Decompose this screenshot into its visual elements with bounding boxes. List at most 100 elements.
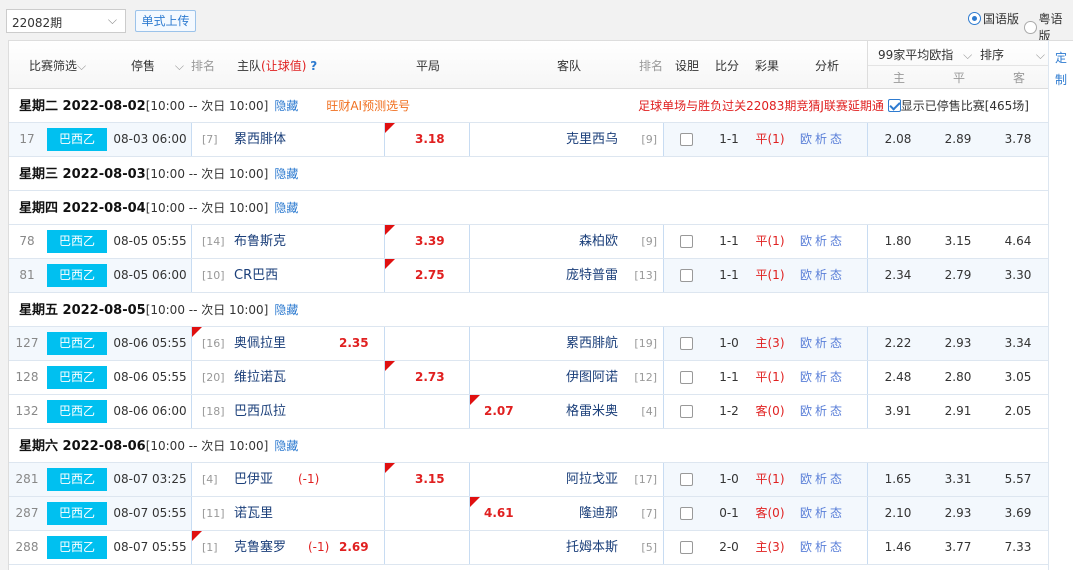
- home-cell[interactable]: [11] 诺瓦里: [191, 497, 384, 530]
- analysis-links[interactable]: 欧析态: [800, 497, 845, 530]
- away-cell[interactable]: 克里西乌 [9]: [469, 123, 663, 156]
- stop-sale-filter[interactable]: 停售 ⌵: [131, 57, 184, 74]
- home-team[interactable]: 巴伊亚: [234, 463, 273, 496]
- analysis-links[interactable]: 欧析态: [800, 531, 845, 564]
- away-team[interactable]: 阿拉戈亚: [566, 463, 618, 496]
- banker-checkbox[interactable]: [680, 133, 693, 146]
- day-title: 星期四 2022-08-04: [19, 201, 146, 216]
- filter-dropdown[interactable]: 比赛筛选⌵: [29, 57, 86, 74]
- show-stopped-checkbox[interactable]: [887, 99, 901, 112]
- away-team[interactable]: 累西腓航: [566, 327, 618, 360]
- home-cell[interactable]: [10] CR巴西: [191, 259, 384, 292]
- draw-cell[interactable]: 3.15: [384, 463, 469, 496]
- radio-mandarin[interactable]: 国语版: [968, 10, 1019, 27]
- match-number: 17: [19, 132, 35, 146]
- home-cell[interactable]: [14] 布鲁斯克: [191, 225, 384, 258]
- hide-link[interactable]: 隐藏: [274, 439, 298, 453]
- odds-company-select[interactable]: 99家平均欧指 ⌵: [878, 46, 972, 63]
- home-cell[interactable]: [1] 克鲁塞罗 (-1) 2.69: [191, 531, 384, 564]
- league-badge[interactable]: 巴西乙: [47, 264, 107, 287]
- home-team[interactable]: 克鲁塞罗: [234, 531, 286, 564]
- away-cell[interactable]: 累西腓航 [19]: [469, 327, 663, 360]
- league-badge[interactable]: 巴西乙: [47, 400, 107, 423]
- league-badge[interactable]: 巴西乙: [47, 468, 107, 491]
- league-badge[interactable]: 巴西乙: [47, 366, 107, 389]
- odds-away-header: 客: [1013, 71, 1026, 85]
- draw-cell[interactable]: 3.39: [384, 225, 469, 258]
- analysis-links[interactable]: 欧析态: [800, 361, 845, 394]
- away-cell[interactable]: 伊图阿诺 [12]: [469, 361, 663, 394]
- banker-checkbox[interactable]: [680, 235, 693, 248]
- away-cell[interactable]: 2.07 格雷米奥 [4]: [469, 395, 663, 428]
- hide-link[interactable]: 隐藏: [274, 99, 298, 113]
- match-number: 132: [15, 404, 39, 418]
- away-team[interactable]: 格雷米奥: [566, 395, 618, 428]
- draw-cell[interactable]: [384, 395, 469, 428]
- away-cell[interactable]: 托姆本斯 [5]: [469, 531, 663, 564]
- draw-cell[interactable]: 3.18: [384, 123, 469, 156]
- sort-select[interactable]: 排序 ⌵: [980, 46, 1045, 63]
- banker-checkbox[interactable]: [680, 337, 693, 350]
- home-team[interactable]: 累西腓体: [234, 123, 286, 156]
- time-range: [10:00 -- 次日 10:00]: [145, 167, 269, 181]
- home-cell[interactable]: [7] 累西腓体: [191, 123, 384, 156]
- analysis-links[interactable]: 欧析态: [800, 123, 845, 156]
- result-header: 彩果: [755, 59, 780, 73]
- home-cell[interactable]: [4] 巴伊亚 (-1): [191, 463, 384, 496]
- ai-predict-link[interactable]: 旺财AI预测选号: [326, 99, 410, 113]
- draw-cell[interactable]: 2.75: [384, 259, 469, 292]
- banker-checkbox[interactable]: [680, 541, 693, 554]
- draw-cell[interactable]: 2.73: [384, 361, 469, 394]
- home-team[interactable]: 布鲁斯克: [234, 225, 286, 258]
- home-team[interactable]: 维拉诺瓦: [234, 361, 286, 394]
- analysis-links[interactable]: 欧析态: [800, 395, 845, 428]
- draw-cell[interactable]: [384, 497, 469, 530]
- notice-text[interactable]: 足球单场与胜负过关22083期竞猜J联赛延期通: [638, 99, 884, 113]
- banker-checkbox[interactable]: [680, 371, 693, 384]
- draw-cell[interactable]: [384, 327, 469, 360]
- away-cell[interactable]: 4.61 隆迪那 [7]: [469, 497, 663, 530]
- home-team[interactable]: 巴西瓜拉: [234, 395, 286, 428]
- banker-checkbox[interactable]: [680, 473, 693, 486]
- hide-link[interactable]: 隐藏: [274, 303, 298, 317]
- analysis-links[interactable]: 欧析态: [800, 327, 845, 360]
- odds-away: 3.78: [1004, 132, 1032, 146]
- away-team[interactable]: 庞特普雷: [566, 259, 618, 292]
- away-team[interactable]: 克里西乌: [566, 123, 618, 156]
- time-range: [10:00 -- 次日 10:00]: [145, 201, 269, 215]
- home-team[interactable]: CR巴西: [234, 259, 278, 292]
- upload-button[interactable]: 单式上传: [135, 10, 196, 32]
- away-team[interactable]: 伊图阿诺: [566, 361, 618, 394]
- draw-cell[interactable]: [384, 531, 469, 564]
- customize-button[interactable]: 定制: [1048, 40, 1073, 570]
- home-team[interactable]: 奥佩拉里: [234, 327, 286, 360]
- analysis-links[interactable]: 欧析态: [800, 225, 845, 258]
- league-badge[interactable]: 巴西乙: [47, 332, 107, 355]
- away-cell[interactable]: 阿拉戈亚 [17]: [469, 463, 663, 496]
- league-badge[interactable]: 巴西乙: [47, 536, 107, 559]
- banker-checkbox[interactable]: [680, 507, 693, 520]
- banker-checkbox[interactable]: [680, 269, 693, 282]
- away-team[interactable]: 森柏欧: [579, 225, 618, 258]
- league-badge[interactable]: 巴西乙: [47, 230, 107, 253]
- period-select[interactable]: 22082期 ⌵: [6, 9, 126, 33]
- radio-cantonese[interactable]: 粤语版: [1024, 10, 1073, 44]
- home-cell[interactable]: [18] 巴西瓜拉: [191, 395, 384, 428]
- day-group-header: 星期四 2022-08-04[10:00 -- 次日 10:00] 隐藏: [9, 191, 1049, 225]
- analysis-links[interactable]: 欧析态: [800, 259, 845, 292]
- home-cell[interactable]: [20] 维拉诺瓦: [191, 361, 384, 394]
- hide-link[interactable]: 隐藏: [274, 167, 298, 181]
- banker-checkbox[interactable]: [680, 405, 693, 418]
- home-team[interactable]: 诺瓦里: [234, 497, 273, 530]
- home-cell[interactable]: [16] 奥佩拉里 2.35: [191, 327, 384, 360]
- away-cell[interactable]: 森柏欧 [9]: [469, 225, 663, 258]
- away-team[interactable]: 隆迪那: [579, 497, 618, 530]
- league-badge[interactable]: 巴西乙: [47, 128, 107, 151]
- odds-home: 3.91: [884, 404, 912, 418]
- analysis-links[interactable]: 欧析态: [800, 463, 845, 496]
- league-badge[interactable]: 巴西乙: [47, 502, 107, 525]
- away-team[interactable]: 托姆本斯: [566, 531, 618, 564]
- away-cell[interactable]: 庞特普雷 [13]: [469, 259, 663, 292]
- help-icon[interactable]: ?: [310, 59, 317, 73]
- hide-link[interactable]: 隐藏: [274, 201, 298, 215]
